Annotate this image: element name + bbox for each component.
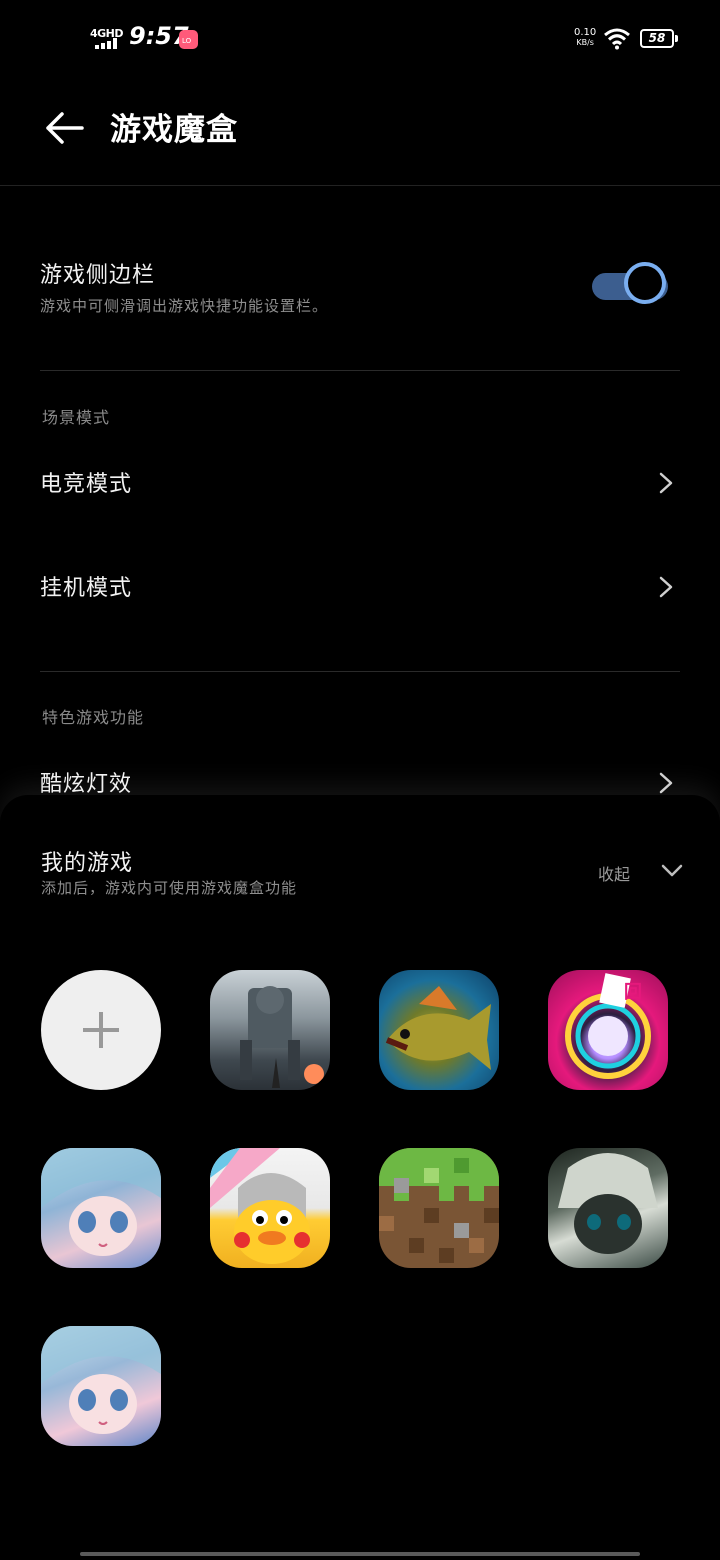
chevron-right-icon: [659, 772, 673, 794]
svg-text:LO: LO: [182, 37, 192, 45]
game-sidebar-title: 游戏侧边栏: [40, 263, 156, 288]
game-sidebar-setting[interactable]: 游戏侧边栏 游戏中可侧滑调出游戏快捷功能设置栏。: [40, 257, 680, 316]
divider: [40, 671, 680, 672]
my-games-title: 我的游戏: [41, 851, 134, 876]
chevron-right-icon: [659, 576, 673, 598]
screen: 4GHD 9:57 LO 0.10 KB/s 58 游戏魔盒 游戏侧边栏 游戏中…: [0, 0, 720, 1560]
chevron-down-icon[interactable]: [660, 861, 684, 881]
lofter-app-icon: LO: [179, 30, 198, 49]
anime-girl-game-icon-2[interactable]: [41, 1326, 161, 1446]
toggle-knob: [624, 262, 666, 304]
add-game-button[interactable]: [41, 970, 161, 1090]
divider: [40, 370, 680, 371]
feature-section-label: 特色游戏功能: [42, 708, 145, 727]
game-sidebar-subtitle: 游戏中可侧滑调出游戏快捷功能设置栏。: [40, 297, 329, 315]
scene-mode-section-label: 场景模式: [42, 408, 111, 427]
cartoon-duck-game-icon[interactable]: [210, 1148, 330, 1268]
battery-icon: 58: [640, 29, 678, 48]
afk-mode-item[interactable]: 挂机模式: [40, 570, 680, 606]
my-games-sheet: 我的游戏 添加后，游戏内可使用游戏魔盒功能 收起 回: [0, 795, 720, 1560]
arrow-left-icon[interactable]: [40, 106, 90, 150]
wifi-icon: [604, 28, 630, 50]
home-indicator[interactable]: [80, 1552, 640, 1556]
network-speed-unit: KB/s: [576, 38, 594, 47]
fishing-game-icon[interactable]: [379, 970, 499, 1090]
minecraft-game-icon[interactable]: [379, 1148, 499, 1268]
app-header: 游戏魔盒: [0, 80, 720, 186]
esports-mode-item[interactable]: 电竞模式: [40, 466, 680, 502]
chevron-right-icon: [659, 472, 673, 494]
rhythm-game-icon[interactable]: 回: [548, 970, 668, 1090]
esports-mode-label: 电竞模式: [40, 472, 133, 497]
game-sidebar-toggle[interactable]: [592, 262, 672, 312]
network-speed: 0.10 KB/s: [574, 28, 596, 48]
network-speed-value: 0.10: [574, 27, 597, 38]
cool-light-effect-label: 酷炫灯效: [40, 772, 133, 797]
collapse-button[interactable]: 收起: [598, 861, 630, 885]
anime-dark-game-icon[interactable]: [548, 1148, 668, 1268]
afk-mode-label: 挂机模式: [40, 576, 133, 601]
my-games-subtitle: 添加后，游戏内可使用游戏魔盒功能: [41, 879, 298, 897]
svg-text:回: 回: [624, 982, 642, 1003]
war-game-icon[interactable]: [210, 970, 330, 1090]
page-title: 游戏魔盒: [110, 112, 238, 148]
status-bar: 4GHD 9:57 LO 0.10 KB/s 58: [0, 0, 720, 80]
signal-icon: [95, 38, 123, 49]
anime-girl-game-icon[interactable]: [41, 1148, 161, 1268]
